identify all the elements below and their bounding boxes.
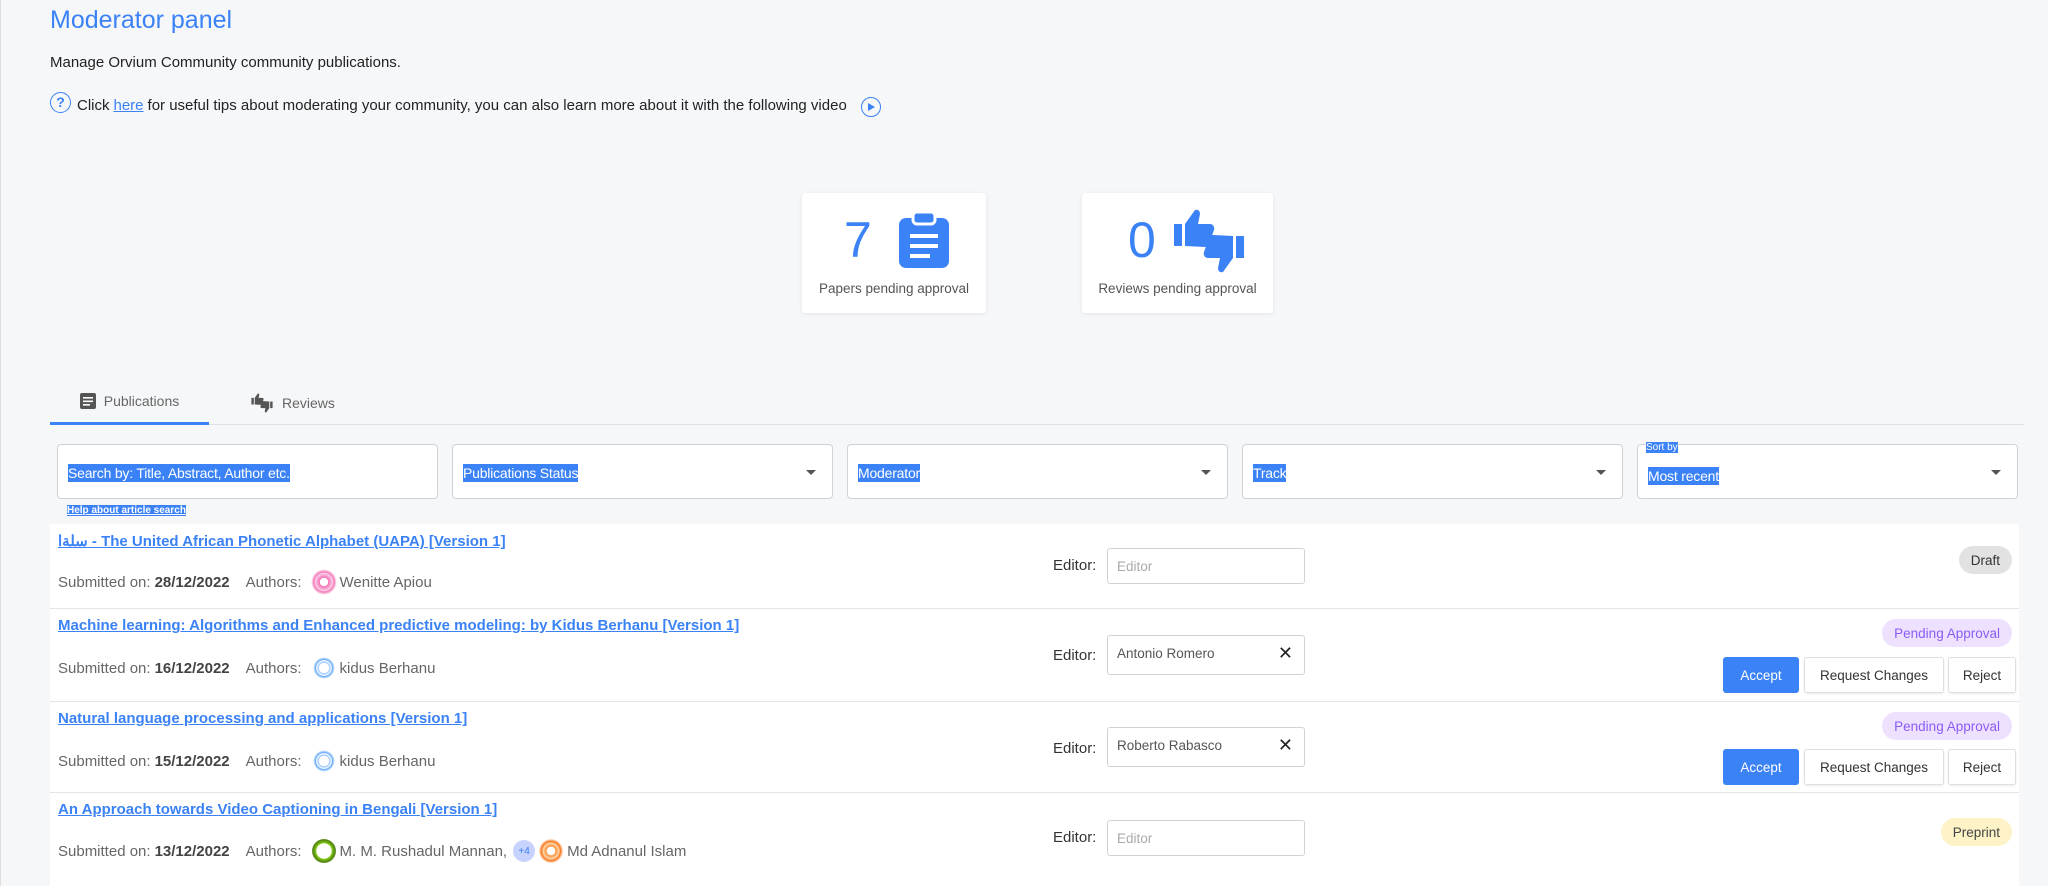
editor-label: Editor: (1053, 647, 1097, 664)
publication-row: An Approach towards Video Captioning in … (50, 793, 2019, 886)
submitted-date: 28/12/2022 (154, 573, 230, 591)
avatar (309, 837, 338, 865)
chevron-down-icon (1991, 470, 2001, 475)
submitted-date: 16/12/2022 (154, 659, 230, 677)
accept-button[interactable]: Accept (1723, 749, 1799, 785)
request-changes-button[interactable]: Request Changes (1804, 749, 1944, 785)
search-input[interactable]: Search by: Title, Abstract, Author etc. (57, 444, 438, 499)
tips-line: ? Click here for useful tips about moder… (50, 91, 881, 117)
search-help-link[interactable]: Help about article search (67, 505, 186, 516)
reviews-pending-count: 0 (1128, 212, 1156, 268)
editor-value: Roberto Rabasco (1117, 738, 1223, 753)
author-name[interactable]: kidus Berhanu (340, 660, 436, 677)
publication-title[interactable]: Natural language processing and applicat… (58, 710, 467, 727)
author-name[interactable]: M. M. Rushadul Mannan, (340, 843, 508, 860)
author-name[interactable]: Md Adnanul Islam (567, 843, 686, 860)
publication-title[interactable]: An Approach towards Video Captioning in … (58, 801, 497, 818)
moderator-page: Moderator panel Manage Orvium Community … (0, 0, 2048, 886)
submitted-label: Submitted on: (58, 842, 151, 860)
thumbs-up-down-icon (1174, 209, 1244, 273)
request-changes-button[interactable]: Request Changes (1804, 657, 1944, 693)
publication-title[interactable]: Machine learning: Algorithms and Enhance… (58, 617, 739, 634)
publication-row: Natural language processing and applicat… (50, 702, 2019, 793)
chevron-down-icon (1596, 470, 1606, 475)
papers-pending-card: 7 Papers pending approval (802, 193, 986, 313)
papers-pending-label: Papers pending approval (818, 281, 970, 296)
editor-label: Editor: (1053, 740, 1097, 757)
sort-label: Sort by (1646, 442, 1678, 453)
play-video-icon[interactable] (860, 97, 881, 117)
publication-meta: Submitted on: 16/12/2022 Authors: kidus … (58, 654, 435, 682)
sort-select-value: Most recent (1648, 467, 1719, 485)
status-select[interactable]: Publications Status (452, 444, 833, 499)
submitted-label: Submitted on: (58, 659, 151, 677)
thumbs-up-down-icon (251, 393, 273, 412)
publication-row: Machine learning: Algorithms and Enhance… (50, 609, 2019, 702)
more-authors-badge[interactable]: +4 (513, 840, 536, 862)
editor-label: Editor: (1053, 557, 1097, 574)
moderator-select[interactable]: Moderator (847, 444, 1228, 499)
author-name[interactable]: kidus Berhanu (340, 753, 436, 770)
editor-field[interactable]: Roberto Rabasco ✕ (1107, 727, 1305, 767)
track-select[interactable]: Track (1242, 444, 1623, 499)
submitted-date: 13/12/2022 (154, 842, 230, 860)
publication-title[interactable]: سلةا - The United African Phonetic Alpha… (58, 532, 506, 550)
editor-value: Antonio Romero (1117, 646, 1215, 661)
tab-publications[interactable]: Publications (50, 380, 209, 425)
help-circle-icon: ? (50, 91, 71, 113)
reviews-pending-card: 0 Reviews pending approval (1082, 193, 1273, 313)
editor-field[interactable]: Editor (1107, 548, 1305, 584)
sort-select[interactable]: Sort by Most recent (1637, 442, 2018, 499)
authors-label: Authors: (245, 752, 302, 770)
tab-bar: Publications Reviews (50, 380, 2024, 425)
submitted-label: Submitted on: (58, 752, 151, 770)
chevron-down-icon (1201, 470, 1211, 475)
editor-label: Editor: (1053, 829, 1097, 846)
tips-link[interactable]: here (114, 97, 144, 114)
page-title: Moderator panel (50, 6, 233, 34)
editor-field[interactable]: Editor (1107, 820, 1305, 856)
tips-suffix: for useful tips about moderating your co… (147, 96, 847, 114)
article-icon (79, 393, 96, 409)
authors-label: Authors: (245, 573, 302, 591)
close-icon[interactable]: ✕ (1278, 736, 1293, 754)
submitted-label: Submitted on: (58, 573, 151, 591)
status-badge: Pending Approval (1882, 619, 2012, 647)
clipboard-icon (899, 212, 949, 268)
authors-label: Authors: (245, 659, 302, 677)
publication-meta: Submitted on: 28/12/2022 Authors: Wenitt… (58, 568, 432, 596)
tab-publications-label: Publications (103, 393, 180, 409)
editor-placeholder: Editor (1117, 831, 1153, 846)
publication-meta: Submitted on: 15/12/2022 Authors: kidus … (58, 747, 435, 775)
status-select-value: Publications Status (463, 464, 579, 482)
avatar (309, 747, 338, 775)
search-placeholder: Search by: Title, Abstract, Author etc. (68, 464, 290, 482)
author-name[interactable]: Wenitte Apiou (340, 574, 432, 591)
tab-reviews-label: Reviews (282, 394, 335, 411)
chevron-down-icon (806, 470, 816, 475)
editor-field[interactable]: Antonio Romero ✕ (1107, 635, 1305, 675)
submitted-date: 15/12/2022 (154, 752, 230, 770)
avatar (309, 654, 338, 682)
status-badge: Draft (1958, 546, 2012, 574)
avatar (309, 568, 338, 596)
page-subtitle: Manage Orvium Community community public… (50, 54, 401, 71)
editor-placeholder: Editor (1117, 559, 1153, 574)
status-badge: Preprint (1940, 818, 2012, 846)
publication-row: سلةا - The United African Phonetic Alpha… (50, 524, 2019, 609)
avatar (537, 837, 566, 865)
tab-reviews[interactable]: Reviews (250, 380, 350, 425)
close-icon[interactable]: ✕ (1278, 644, 1293, 662)
reject-button[interactable]: Reject (1948, 749, 2016, 785)
moderator-select-value: Moderator (858, 464, 921, 482)
reviews-pending-label: Reviews pending approval (1098, 281, 1257, 296)
authors-label: Authors: (245, 842, 302, 860)
reject-button[interactable]: Reject (1948, 657, 2016, 693)
publication-meta: Submitted on: 13/12/2022 Authors: M. M. … (58, 837, 686, 865)
tips-prefix: Click (77, 96, 110, 114)
track-select-value: Track (1253, 464, 1287, 482)
status-badge: Pending Approval (1882, 712, 2012, 740)
accept-button[interactable]: Accept (1723, 657, 1799, 693)
papers-pending-count: 7 (844, 212, 872, 268)
